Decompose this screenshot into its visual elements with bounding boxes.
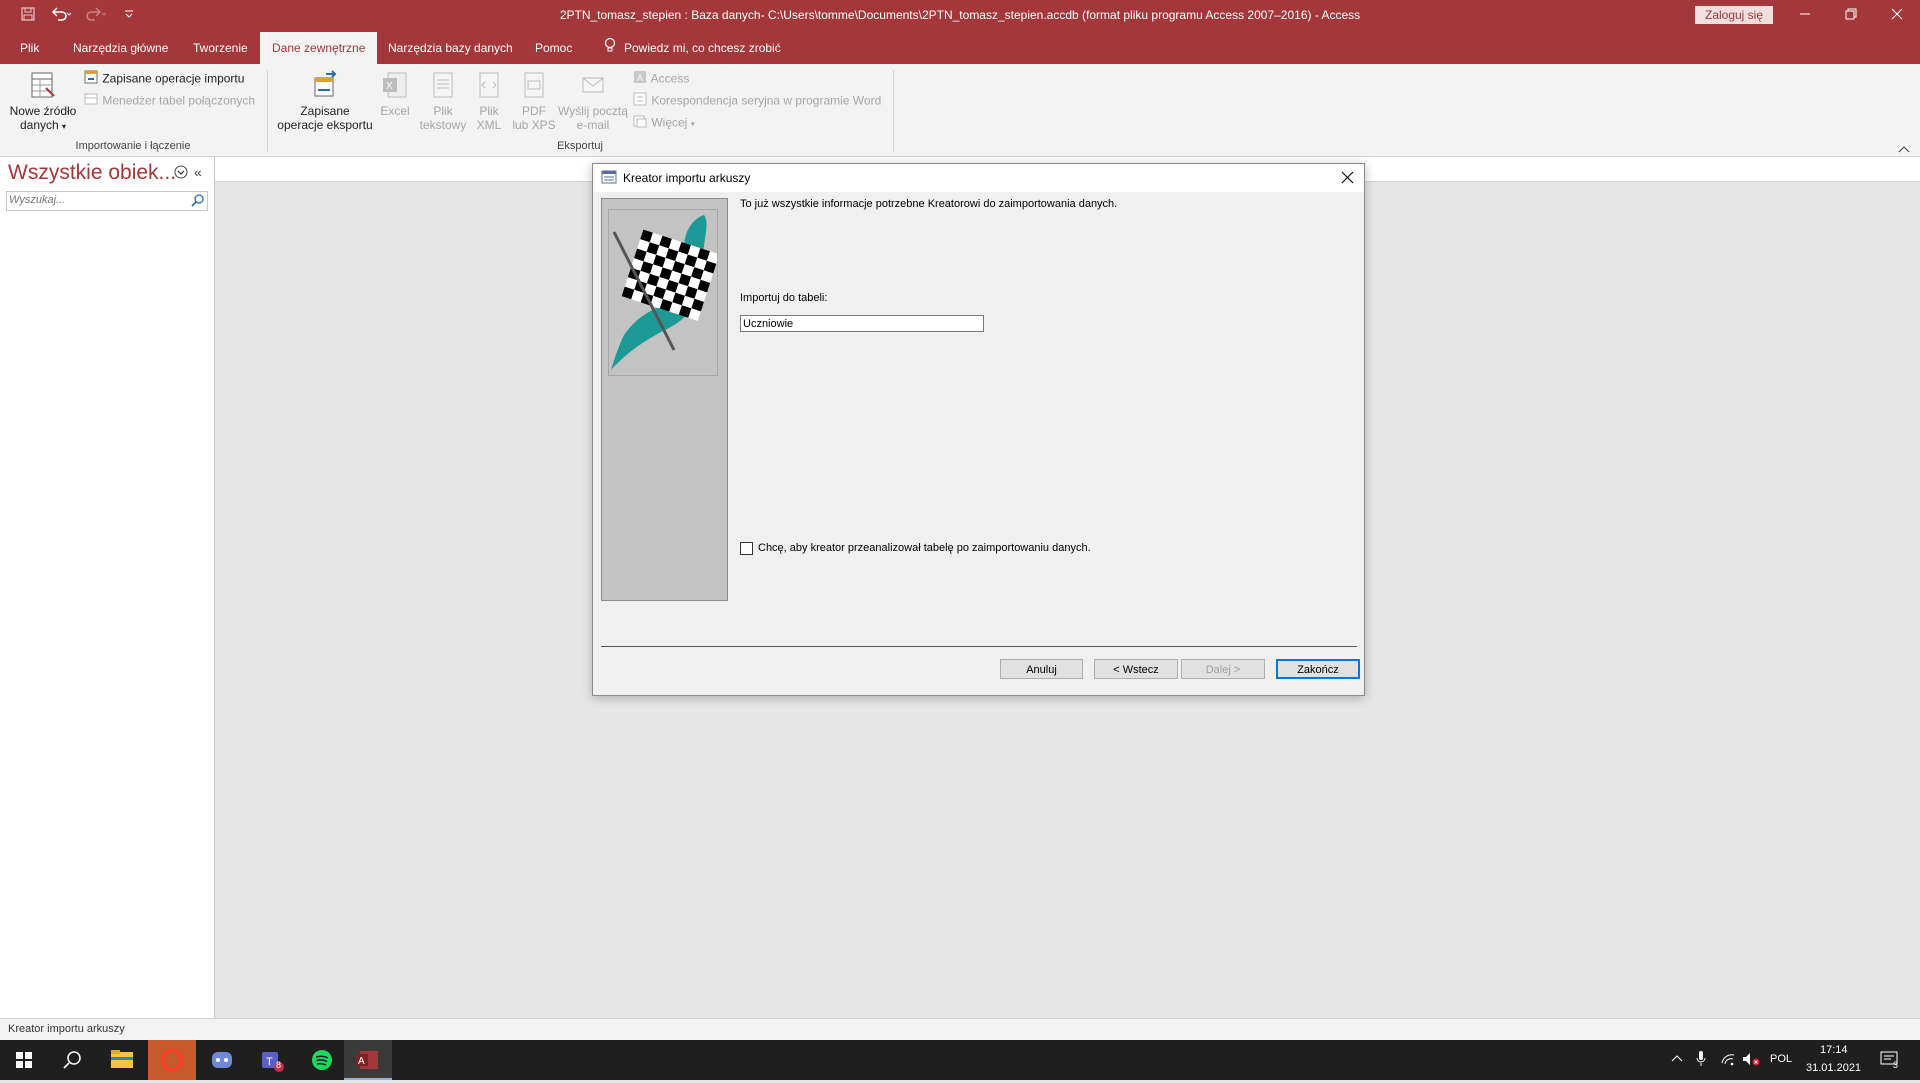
more-export-button[interactable]: Więcej ▾ — [632, 113, 695, 131]
dialog-title: Kreator importu arkuszy — [623, 171, 751, 185]
status-text: Kreator importu arkuszy — [8, 1023, 125, 1035]
saved-imports-button[interactable]: Zapisane operacje importu — [83, 69, 244, 87]
cancel-button[interactable]: Anuluj — [1000, 659, 1083, 679]
dialog-separator — [601, 646, 1357, 647]
table-name-input[interactable] — [740, 315, 984, 332]
tab-file[interactable]: Plik — [8, 32, 51, 64]
ribbon-separator — [893, 70, 894, 152]
saved-exports-button[interactable]: Zapisane operacje eksportu — [276, 70, 374, 132]
wizard-window-icon — [601, 170, 617, 187]
svg-text:T: T — [266, 1056, 273, 1068]
wifi-icon[interactable] — [1720, 1051, 1736, 1070]
wizard-intro-text: To już wszystkie informacje potrzebne Kr… — [740, 198, 1118, 210]
tell-me-text: Powiedz mi, co chcesz zrobić — [624, 41, 781, 55]
signin-button[interactable]: Zaloguj się — [1695, 6, 1773, 24]
nav-pane-title[interactable]: Wszystkie obiek... — [8, 161, 176, 185]
nav-menu-chevron-icon[interactable] — [174, 165, 188, 182]
new-data-source-label: Nowe źródło — [9, 104, 77, 118]
import-group-label: Importowanie i łączenie — [75, 140, 191, 152]
nav-search-box — [6, 191, 208, 211]
language-indicator[interactable]: POL — [1770, 1053, 1792, 1065]
more-icon — [632, 113, 648, 134]
minimize-icon[interactable] — [1782, 0, 1828, 32]
excel-icon: X — [383, 72, 407, 98]
svg-text:A: A — [358, 1056, 365, 1067]
email-icon — [582, 77, 604, 93]
export-excel-button[interactable]: X Excel — [378, 70, 412, 118]
finish-flag-image — [608, 209, 720, 376]
clock-date[interactable]: 31.01.2021 — [1806, 1062, 1861, 1074]
access-taskbar-icon[interactable]: A — [344, 1040, 392, 1080]
file-explorer-icon[interactable] — [98, 1040, 146, 1080]
status-bar: Kreator importu arkuszy — [0, 1018, 1920, 1041]
teams-badge: 8 — [276, 1060, 282, 1070]
collapse-nav-icon[interactable]: « — [194, 164, 202, 180]
pdf-file-icon — [524, 72, 544, 98]
clock-time[interactable]: 17:14 — [1820, 1044, 1848, 1056]
new-data-source-button[interactable]: Nowe źródło danych ▾ — [8, 70, 78, 134]
import-wizard-dialog: Kreator importu arkuszy To już wszystkie… — [592, 163, 1365, 696]
nav-search-input[interactable] — [7, 192, 187, 208]
tab-help[interactable]: Pomoc — [523, 32, 584, 64]
tab-database-tools[interactable]: Narzędzia bazy danych — [376, 32, 525, 64]
word-merge-button[interactable]: Korespondencja seryjna w programie Word — [632, 91, 881, 109]
wizard-image-panel — [601, 198, 728, 601]
import-table-label: Importuj do tabeli: — [740, 292, 828, 304]
close-icon[interactable] — [1874, 0, 1920, 32]
export-group-label: Eksportuj — [557, 140, 603, 152]
lightbulb-icon — [604, 33, 616, 65]
linked-table-manager-button[interactable]: Menedżer tabel połączonych — [83, 91, 255, 109]
back-button[interactable]: < Wstecz — [1094, 659, 1178, 679]
ribbon: Nowe źródło danych ▾ Zapisane operacje i… — [0, 64, 1920, 157]
spotify-icon[interactable] — [298, 1040, 346, 1080]
tab-create[interactable]: Tworzenie — [181, 32, 260, 64]
access-icon: A — [632, 69, 648, 90]
window-title: 2PTN_tomasz_stepien : Baza danych- C:\Us… — [559, 8, 1361, 22]
discord-icon[interactable] — [198, 1040, 246, 1080]
analyze-table-label: Chcę, aby kreator przeanalizował tabelę … — [758, 542, 1091, 554]
notifications-badge: 3 — [1893, 1060, 1899, 1070]
tab-external-data[interactable]: Dane zewnętrzne — [260, 32, 378, 64]
show-hidden-icons-icon[interactable] — [1671, 1052, 1683, 1067]
dropdown-arrow-icon: ▾ — [690, 119, 695, 129]
svg-text:A: A — [637, 73, 643, 83]
tab-home[interactable]: Narzędzia główne — [61, 32, 180, 64]
export-xml-button[interactable]: Plik XML — [472, 70, 506, 132]
linked-table-icon — [83, 91, 99, 112]
export-pdf-button[interactable]: PDF lub XPS — [510, 70, 558, 132]
title-bar: 2PTN_tomasz_stepien : Baza danych- C:\Us… — [0, 0, 1920, 32]
saved-exports-icon — [314, 70, 337, 97]
word-merge-icon — [632, 91, 648, 112]
dialog-title-bar: Kreator importu arkuszy — [593, 164, 1364, 192]
ribbon-tabs: Plik Narzędzia główne Tworzenie Dane zew… — [0, 32, 1920, 64]
dropdown-arrow-icon: ▾ — [62, 122, 67, 131]
navigation-pane: Wszystkie obiek... « — [0, 157, 215, 1018]
finish-button[interactable]: Zakończ — [1276, 659, 1360, 679]
send-email-button[interactable]: Wyślij pocztą e-mail — [558, 70, 628, 132]
collapse-ribbon-icon[interactable] — [1898, 142, 1910, 156]
xml-file-icon — [479, 72, 499, 98]
volume-muted-icon[interactable] — [1742, 1051, 1760, 1070]
svg-text:X: X — [386, 81, 393, 92]
saved-imports-icon — [83, 69, 99, 90]
taskbar: T 8 A POL 17:14 31.01.2021 3 — [0, 1040, 1920, 1080]
text-file-icon — [433, 72, 453, 98]
opera-icon[interactable] — [148, 1040, 196, 1080]
search-icon[interactable] — [191, 193, 205, 210]
analyze-table-checkbox[interactable] — [740, 542, 753, 555]
next-button[interactable]: Dalej > — [1181, 659, 1265, 679]
new-data-source-icon — [31, 72, 55, 98]
export-access-button[interactable]: A Access — [632, 69, 689, 87]
windows-start-icon[interactable] — [0, 1040, 48, 1080]
restore-icon[interactable] — [1828, 0, 1874, 32]
search-icon[interactable] — [48, 1040, 96, 1080]
teams-icon[interactable]: T 8 — [248, 1040, 296, 1080]
microphone-icon[interactable] — [1696, 1050, 1706, 1071]
export-text-button[interactable]: Plik tekstowy — [416, 70, 470, 132]
dialog-close-icon[interactable] — [1341, 171, 1354, 187]
new-data-source-label-2: danych — [19, 118, 59, 132]
tell-me-box[interactable]: Powiedz mi, co chcesz zrobić — [592, 32, 793, 64]
